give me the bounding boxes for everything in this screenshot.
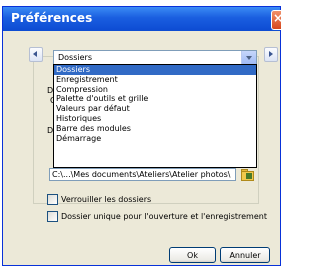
folder-icon-overlay <box>246 173 252 179</box>
browse-folder-button[interactable] <box>240 167 254 181</box>
category-dropdown-list: Dossiers Enregistrement Compression Pale… <box>53 64 257 168</box>
chevron-right-icon <box>269 51 273 57</box>
folder-path-field[interactable]: C:\...\Mes documents\Ateliers\Atelier ph… <box>49 168 236 181</box>
dropdown-arrow-button[interactable] <box>241 51 256 64</box>
close-icon: × <box>273 11 281 25</box>
title-bar[interactable]: Préférences × <box>3 7 281 31</box>
dropdown-option[interactable]: Barre des modules <box>54 124 256 134</box>
dropdown-option[interactable]: Palette d'outils et grille <box>54 94 256 104</box>
lock-folders-label: Verrouiller les dossiers <box>61 195 152 204</box>
single-folder-checkbox[interactable] <box>47 211 58 222</box>
dropdown-option[interactable]: Valeurs par défaut <box>54 104 256 114</box>
previous-category-button[interactable] <box>29 47 43 62</box>
cancel-button[interactable]: Annuler <box>220 247 270 263</box>
dropdown-option[interactable]: Historiques <box>54 114 256 124</box>
close-button[interactable]: × <box>271 10 281 30</box>
dropdown-option[interactable]: Démarrage <box>54 134 256 144</box>
chevron-left-icon <box>33 51 37 57</box>
chevron-down-icon <box>246 56 252 60</box>
category-select-value: Dossiers <box>58 53 92 62</box>
dropdown-option[interactable]: Enregistrement <box>54 75 256 85</box>
window-title: Préférences <box>11 11 93 25</box>
lock-folders-checkbox[interactable] <box>47 194 58 205</box>
dropdown-option[interactable]: Compression <box>54 85 256 95</box>
category-select[interactable]: Dossiers <box>53 50 257 65</box>
single-folder-label: Dossier unique pour l'ouverture et l'enr… <box>61 212 267 221</box>
next-category-button[interactable] <box>264 47 278 62</box>
ok-button[interactable]: Ok <box>169 247 216 263</box>
dropdown-option[interactable]: Dossiers <box>54 65 256 75</box>
